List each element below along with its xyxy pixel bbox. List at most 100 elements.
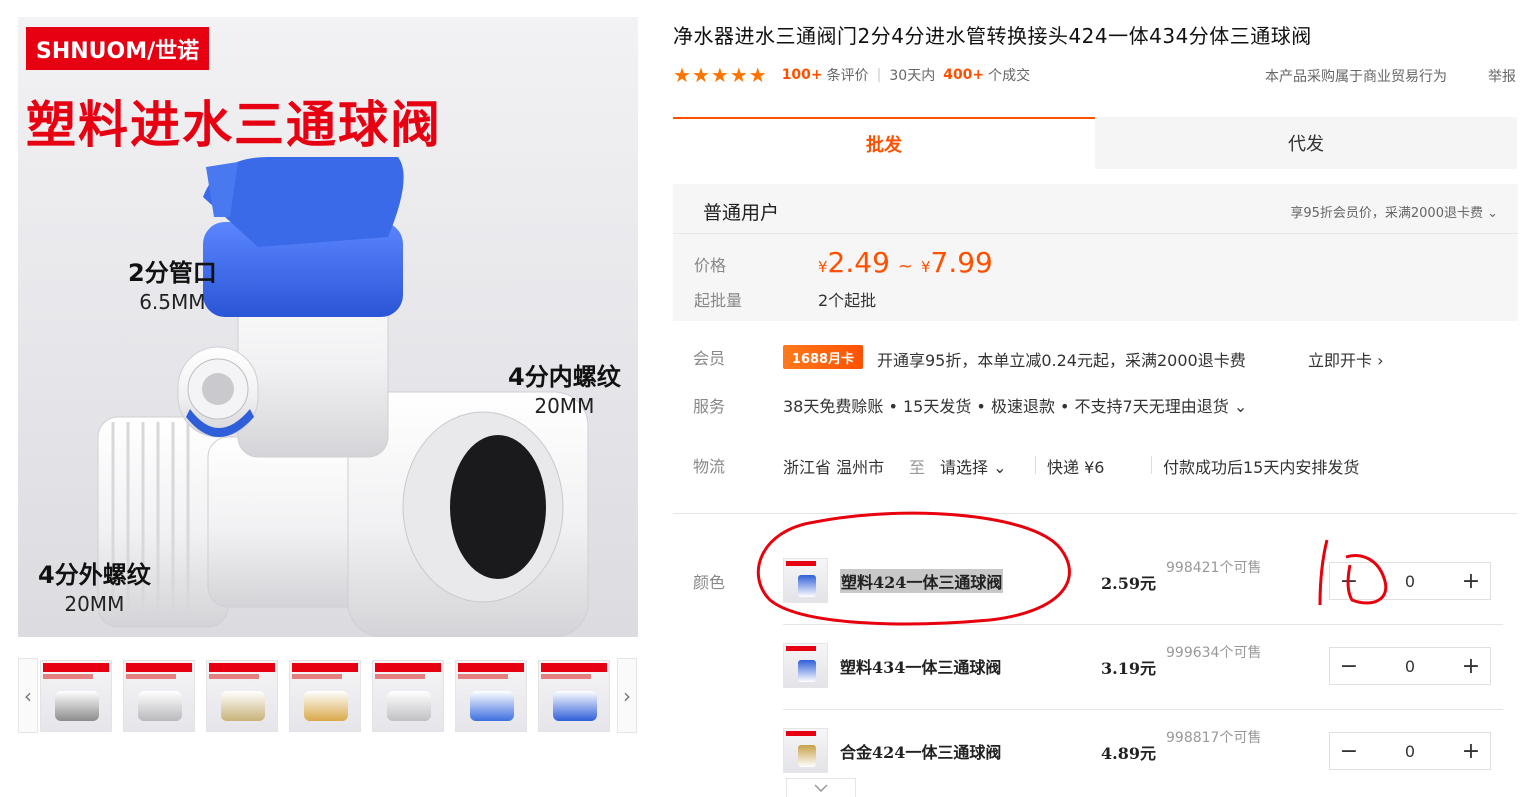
- callout-male-size: 20MM: [64, 592, 125, 616]
- review-count[interactable]: 100+: [782, 67, 823, 83]
- star-icon: ★: [748, 62, 767, 87]
- moq-label: 起批量: [694, 291, 743, 310]
- currency-symbol: ¥: [818, 258, 828, 276]
- sku-thumbnail[interactable]: [783, 558, 828, 603]
- gallery-thumbnail[interactable]: [538, 660, 610, 732]
- thumb-product: [387, 691, 431, 721]
- member-card-label: 会员: [693, 349, 726, 368]
- increment-button[interactable]: +: [1452, 733, 1490, 769]
- thumb-caption: [375, 674, 425, 679]
- callout-male-title: 4分外螺纹: [38, 561, 151, 589]
- sku-price: 2.59元: [1101, 574, 1156, 593]
- thumb-product: [304, 691, 348, 721]
- sku-row: 塑料424一体三通球阀 2.59元 998421个可售 −0 +: [783, 540, 1503, 625]
- deal-label: 个成交: [988, 68, 1031, 84]
- thumb-product: [798, 745, 816, 767]
- thumb-banner: [786, 561, 816, 566]
- member-card-text: 开通享95折，本单立减0.24元起，采满2000退卡费: [877, 351, 1246, 370]
- main-product-image[interactable]: SHNUOM/世诺 塑料进水三通球阀 2分管口 6.5MM 4分内螺纹 20MM…: [18, 17, 638, 637]
- quantity-input[interactable]: 0: [1368, 648, 1452, 684]
- gallery-thumbnail[interactable]: [455, 660, 527, 732]
- callout-port: 2分管口 6.5MM: [128, 253, 217, 314]
- decrement-button[interactable]: −: [1330, 648, 1368, 684]
- review-label[interactable]: 条评价: [827, 65, 869, 85]
- thumb-banner: [786, 731, 816, 736]
- quantity-stepper: −0 +: [1329, 562, 1491, 600]
- quantity-input[interactable]: 0: [1368, 733, 1452, 769]
- sku-name[interactable]: 塑料434一体三通球阀: [840, 654, 1001, 678]
- decrement-button[interactable]: −: [1330, 563, 1368, 599]
- sku-price: 3.19元: [1101, 659, 1156, 678]
- thumb-caption: [292, 674, 342, 679]
- chevron-down-icon: [814, 784, 828, 792]
- gallery-thumbnail[interactable]: [40, 660, 112, 732]
- member-discount-hint[interactable]: 享95折会员价，采满2000退卡费 ⌄: [1290, 202, 1498, 221]
- callout-female-title: 4分内螺纹: [508, 363, 621, 391]
- thumb-banner: [209, 663, 275, 672]
- ship-origin: 浙江省 温州市: [783, 458, 885, 477]
- open-card-link[interactable]: 立即开卡 ›: [1308, 347, 1384, 371]
- thumb-product: [138, 691, 182, 721]
- thumb-banner: [43, 663, 109, 672]
- price-label: 价格: [694, 256, 727, 275]
- sku-thumbnail[interactable]: [783, 728, 828, 773]
- thumb-product: [798, 660, 816, 682]
- thumb-banner: [375, 663, 441, 672]
- thumb-banner: [458, 663, 524, 672]
- sku-price: 4.89元: [1101, 744, 1156, 763]
- deal-count: 400+: [943, 67, 985, 83]
- thumbnail-prev-button[interactable]: ‹: [18, 658, 38, 733]
- sku-name[interactable]: 塑料424一体三通球阀: [840, 569, 1004, 593]
- increment-button[interactable]: +: [1452, 563, 1490, 599]
- sku-name[interactable]: 合金424一体三通球阀: [840, 739, 1001, 763]
- thumb-banner: [126, 663, 192, 672]
- divider: [1035, 456, 1036, 474]
- thumb-caption: [209, 674, 259, 679]
- callout-female-size: 20MM: [534, 394, 595, 418]
- gallery-thumbnail[interactable]: [123, 660, 195, 732]
- gallery-thumbnail[interactable]: [206, 660, 278, 732]
- sku-thumbnail[interactable]: [783, 643, 828, 688]
- price-max: 7.99: [930, 246, 993, 279]
- member-type: 普通用户: [703, 202, 780, 224]
- destination-select[interactable]: 请选择 ⌄: [940, 454, 1007, 478]
- service-list[interactable]: 38天免费赊账 • 15天发货 • 极速退款 • 不支持7天无理由退货 ⌄: [783, 393, 1247, 417]
- thumb-banner: [786, 646, 816, 651]
- quantity-input[interactable]: 0: [1368, 563, 1452, 599]
- report-link[interactable]: 举报: [1488, 66, 1516, 86]
- tab-dropship[interactable]: 代发: [1095, 117, 1517, 169]
- thumb-caption: [126, 674, 176, 679]
- product-title: 净水器进水三通阀门2分4分进水管转换接头424一体434分体三通球阀: [673, 24, 1312, 48]
- sku-row: 塑料434一体三通球阀 3.19元 999634个可售 −0 +: [783, 625, 1503, 710]
- star-icon: ★: [710, 62, 729, 87]
- chevron-right-icon: ›: [623, 683, 631, 708]
- thumb-product: [553, 691, 597, 721]
- rating-row: ★★★★★ 100+ 条评价 | 30天内 400+ 个成交: [673, 64, 1030, 86]
- currency-symbol: ¥: [920, 258, 931, 276]
- decrement-button[interactable]: −: [1330, 733, 1368, 769]
- star-rating[interactable]: ★★★★★: [673, 65, 768, 86]
- price-min: 2.49: [827, 246, 890, 279]
- quantity-stepper: −0 +: [1329, 732, 1491, 770]
- chevron-left-icon: ‹: [24, 683, 32, 708]
- thumb-product: [221, 691, 265, 721]
- trade-note: 本产品采购属于商业贸易行为: [1265, 69, 1447, 85]
- express-fee: 快递 ¥6: [1047, 458, 1105, 477]
- expand-skus-button[interactable]: [786, 778, 856, 797]
- tab-wholesale[interactable]: 批发: [673, 117, 1095, 169]
- gallery-thumbnail[interactable]: [289, 660, 361, 732]
- thumbnail-next-button[interactable]: ›: [617, 658, 637, 733]
- divider: |: [876, 67, 882, 83]
- period-label: 30天内: [889, 68, 936, 84]
- thumb-caption: [43, 674, 93, 679]
- gallery-thumbnail[interactable]: [372, 660, 444, 732]
- purchase-mode-tabs: 批发 代发: [673, 117, 1518, 169]
- sku-stock: 999634个可售: [1166, 645, 1262, 661]
- moq-value: 2个起批: [818, 291, 877, 310]
- thumbnail-strip: ‹ ›: [18, 658, 638, 733]
- increment-button[interactable]: +: [1452, 648, 1490, 684]
- thumb-product: [470, 691, 514, 721]
- section-divider: [673, 513, 1518, 514]
- quantity-stepper: −0 +: [1329, 647, 1491, 685]
- thumb-product: [798, 575, 816, 597]
